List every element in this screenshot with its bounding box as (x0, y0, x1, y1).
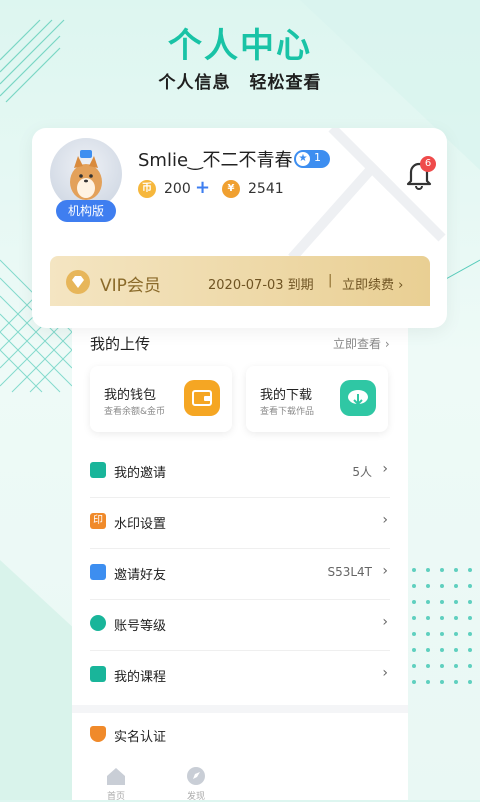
level-icon (90, 615, 106, 631)
tab-discover[interactable]: 发现 (176, 766, 216, 802)
menu-item-label: 水印设置 (114, 517, 167, 532)
chevron-right-icon: › (382, 461, 388, 477)
tab-label: 首页 (106, 792, 125, 802)
vip-separator: | (328, 273, 333, 288)
chevron-right-icon: › (382, 665, 388, 681)
card-watermark-decoration (288, 128, 446, 258)
discover-icon (187, 767, 205, 785)
menu-item-value: 5人 (352, 465, 372, 479)
menu-item-invitations[interactable]: 我的邀请 5人 › (90, 447, 390, 498)
menu-item-courses[interactable]: 我的课程 › (90, 651, 390, 701)
tab-home[interactable]: 首页 (96, 766, 136, 802)
menu-item-watermark[interactable]: 印 水印设置 › (90, 498, 390, 549)
tile-subtitle: 查看余额&金币 (104, 407, 166, 417)
chevron-right-icon: › (382, 614, 388, 630)
watermark-icon: 印 (90, 513, 106, 529)
tab-label: 发现 (186, 792, 205, 802)
wallet-tile[interactable]: 我的钱包 查看余额&金币 (90, 366, 232, 432)
chevron-right-icon: › (382, 563, 388, 579)
level-badge: ★ 1 (294, 150, 330, 168)
menu-item-value: S53L4T (327, 565, 372, 579)
coin-balance: 200 (164, 181, 191, 197)
username: Smlie‿不二不青春 (138, 150, 293, 171)
points-balance: 2541 (248, 181, 284, 197)
uploads-view-link[interactable]: 立即查看 › (333, 335, 390, 352)
mail-icon (90, 564, 106, 580)
invite-icon (90, 462, 106, 478)
vip-renew-label: 立即续费 (342, 278, 395, 293)
subtitle-right: 轻松查看 (249, 73, 322, 93)
download-icon (340, 380, 376, 416)
tile-title: 我的下载 (260, 388, 313, 403)
course-icon (90, 666, 106, 682)
points-icon: ¥ (222, 180, 240, 198)
add-coins-button[interactable]: + (195, 177, 210, 198)
org-edition-badge: 机构版 (56, 200, 116, 222)
download-tile[interactable]: 我的下载 查看下载作品 (246, 366, 388, 432)
chevron-right-icon: › (382, 512, 388, 528)
diamond-icon (66, 270, 90, 294)
subtitle-left: 个人信息 (158, 73, 231, 93)
vip-expiry: 2020-07-03 到期 (208, 278, 314, 293)
notification-count: 6 (420, 156, 436, 172)
level-number: 1 (314, 151, 321, 164)
vip-bar[interactable]: VIP会员 2020-07-03 到期 | 立即续费 › (50, 256, 430, 306)
vip-label: VIP会员 (100, 276, 161, 296)
chevron-right-icon: › (384, 337, 390, 351)
tile-subtitle: 查看下载作品 (260, 407, 315, 417)
vip-renew-link[interactable]: 立即续费 › (342, 274, 403, 293)
menu-item-label: 邀请好友 (114, 568, 167, 583)
menu-item-label: 账号等级 (114, 619, 167, 634)
star-icon: ★ (296, 152, 310, 166)
coin-icon: 币 (138, 180, 156, 198)
tile-title: 我的钱包 (104, 388, 157, 403)
menu-item-account-level[interactable]: 账号等级 › (90, 600, 390, 651)
menu-item-invite-friends[interactable]: 邀请好友 S53L4T › (90, 549, 390, 600)
page-title: 个人中心 (168, 26, 312, 66)
menu-item-verification[interactable]: 实名认证 (90, 711, 390, 761)
menu-item-label: 我的邀请 (114, 466, 167, 481)
shield-icon (90, 726, 106, 742)
wallet-icon (184, 380, 220, 416)
uploads-view-label: 立即查看 (333, 337, 382, 351)
home-icon (107, 768, 125, 785)
uploads-title: 我的上传 (90, 335, 151, 353)
menu-item-label: 实名认证 (114, 730, 167, 745)
menu-item-label: 我的课程 (114, 670, 167, 685)
chevron-right-icon: › (398, 278, 404, 293)
page-subtitle: 个人信息 轻松查看 (0, 68, 480, 93)
